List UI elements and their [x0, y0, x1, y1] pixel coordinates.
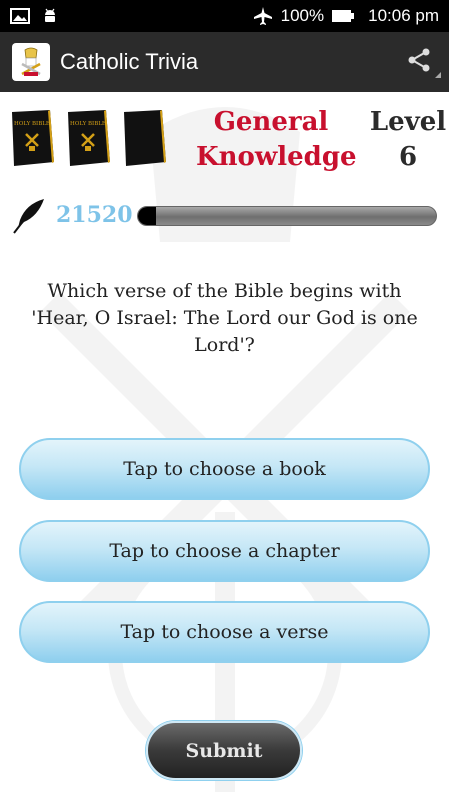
battery-text: 100%: [280, 6, 325, 25]
battery-icon: [332, 9, 355, 23]
choose-book-button[interactable]: Tap to choose a book: [19, 438, 430, 500]
choose-verse-button[interactable]: Tap to choose a verse: [19, 601, 430, 663]
category-line-1: General: [213, 107, 329, 137]
level-progress-bar: [137, 206, 437, 226]
category-title: General Knowledge: [196, 105, 357, 175]
level-label: Level: [369, 107, 447, 137]
level-indicator: Level 6: [366, 105, 449, 175]
holy-bible-icon: HOLY BIBLE: [6, 108, 56, 168]
submit-button[interactable]: Submit: [146, 721, 302, 780]
svg-text:HOLY BIBLE: HOLY BIBLE: [70, 121, 106, 127]
lives-books: HOLY BIBLE HOLY BIBLE: [6, 108, 168, 168]
status-bar: 100% 10:06 pm: [0, 0, 449, 32]
category-line-2: Knowledge: [196, 142, 357, 172]
question-text: Which verse of the Bible begins with 'He…: [31, 280, 418, 356]
choose-chapter-button[interactable]: Tap to choose a chapter: [19, 520, 430, 582]
share-icon: [406, 47, 432, 78]
share-button[interactable]: [401, 44, 441, 80]
app-bar: Catholic Trivia: [0, 32, 449, 92]
image-icon: [10, 8, 30, 24]
quill-icon: [12, 198, 46, 234]
svg-text:HOLY BIBLE: HOLY BIBLE: [14, 121, 50, 127]
score-value: 21520: [56, 202, 133, 228]
level-progress-fill: [138, 207, 156, 225]
papal-seal-icon: [12, 43, 50, 81]
app-title: Catholic Trivia: [60, 49, 199, 74]
clock: 10:06 pm: [368, 6, 439, 25]
airplane-icon: [253, 7, 273, 25]
level-value: 6: [398, 142, 418, 172]
blank-book-icon: [118, 108, 168, 168]
holy-bible-icon: HOLY BIBLE: [62, 108, 112, 168]
android-icon: [42, 7, 58, 25]
